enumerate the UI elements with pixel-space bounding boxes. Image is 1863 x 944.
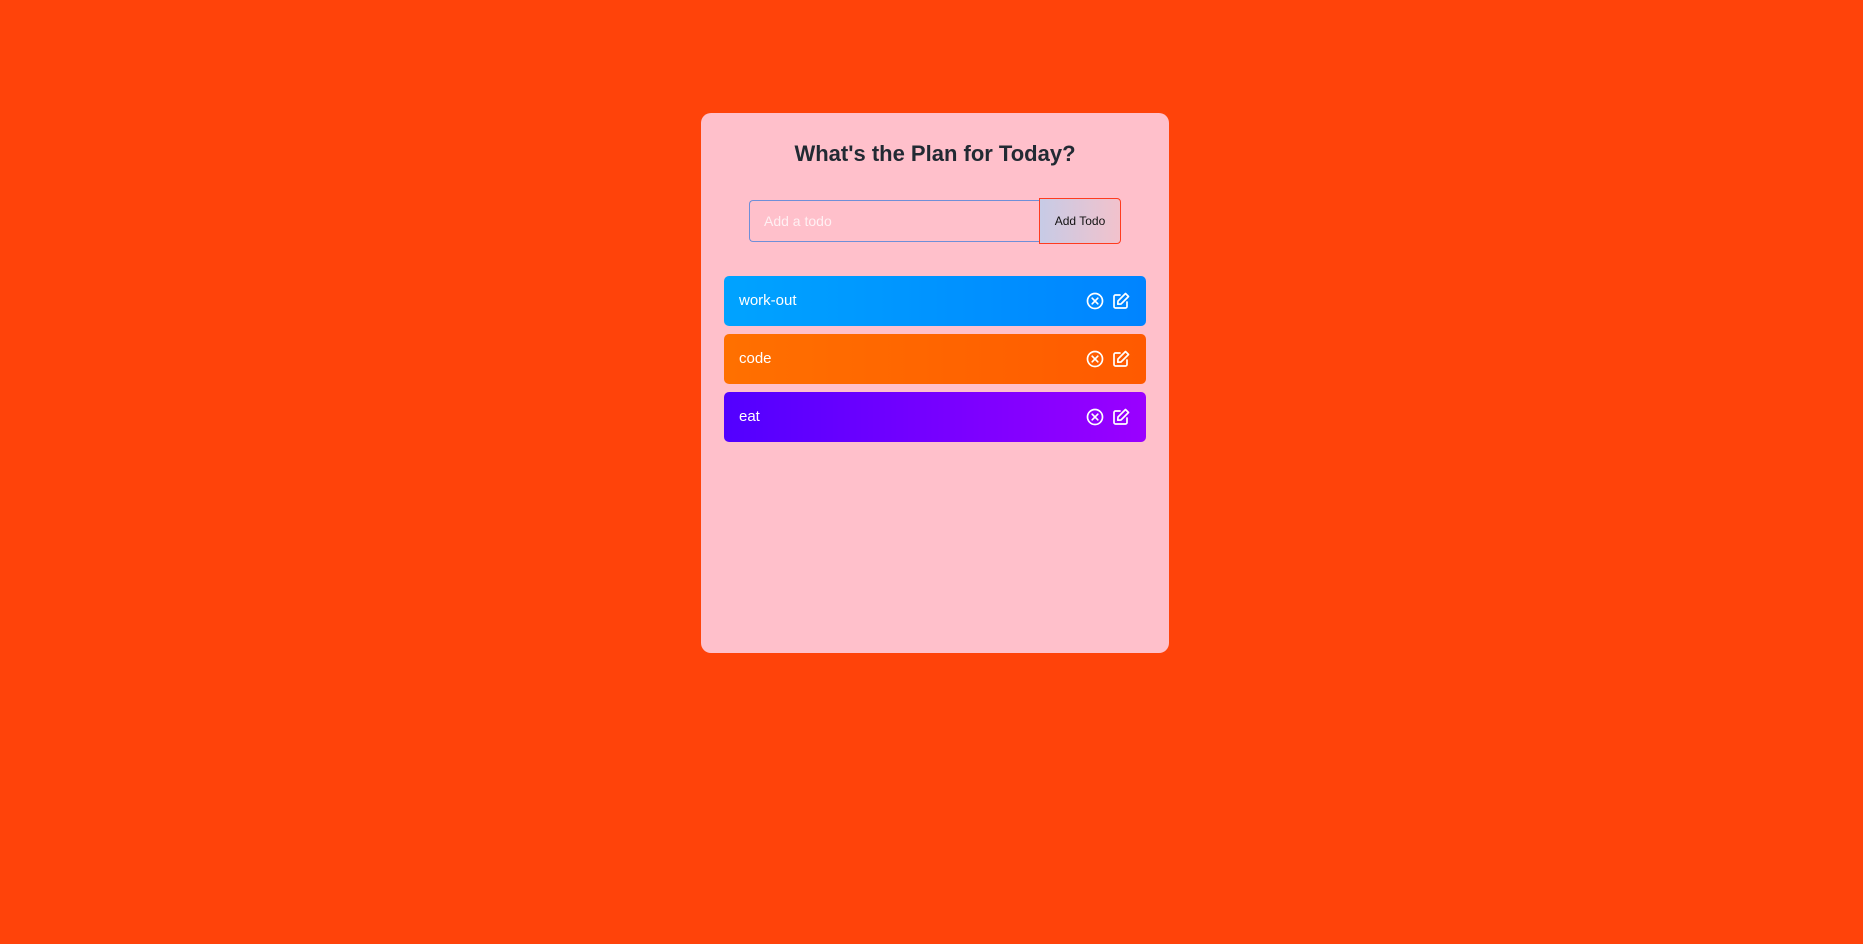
todo-item[interactable]: eat	[724, 392, 1146, 442]
todo-item[interactable]: work-out	[724, 276, 1146, 326]
close-circle-icon[interactable]	[1085, 407, 1105, 427]
todo-list: work-out code eat	[724, 276, 1146, 450]
todo-text: code	[739, 350, 772, 367]
close-circle-icon[interactable]	[1085, 349, 1105, 369]
add-todo-button[interactable]: Add Todo	[1039, 198, 1121, 244]
todo-actions	[1085, 407, 1131, 427]
todo-text: eat	[739, 408, 760, 425]
todo-text: work-out	[739, 292, 797, 309]
todo-input[interactable]	[749, 200, 1039, 242]
page-title: What's the Plan for Today?	[794, 141, 1076, 166]
edit-icon[interactable]	[1111, 349, 1131, 369]
todo-actions	[1085, 291, 1131, 311]
close-circle-icon[interactable]	[1085, 291, 1105, 311]
todo-card: What's the Plan for Today? Add Todo work…	[701, 113, 1169, 653]
edit-icon[interactable]	[1111, 291, 1131, 311]
todo-form: Add Todo	[749, 198, 1121, 244]
page: What's the Plan for Today? Add Todo work…	[0, 0, 1863, 944]
edit-icon[interactable]	[1111, 407, 1131, 427]
todo-actions	[1085, 349, 1131, 369]
todo-item[interactable]: code	[724, 334, 1146, 384]
